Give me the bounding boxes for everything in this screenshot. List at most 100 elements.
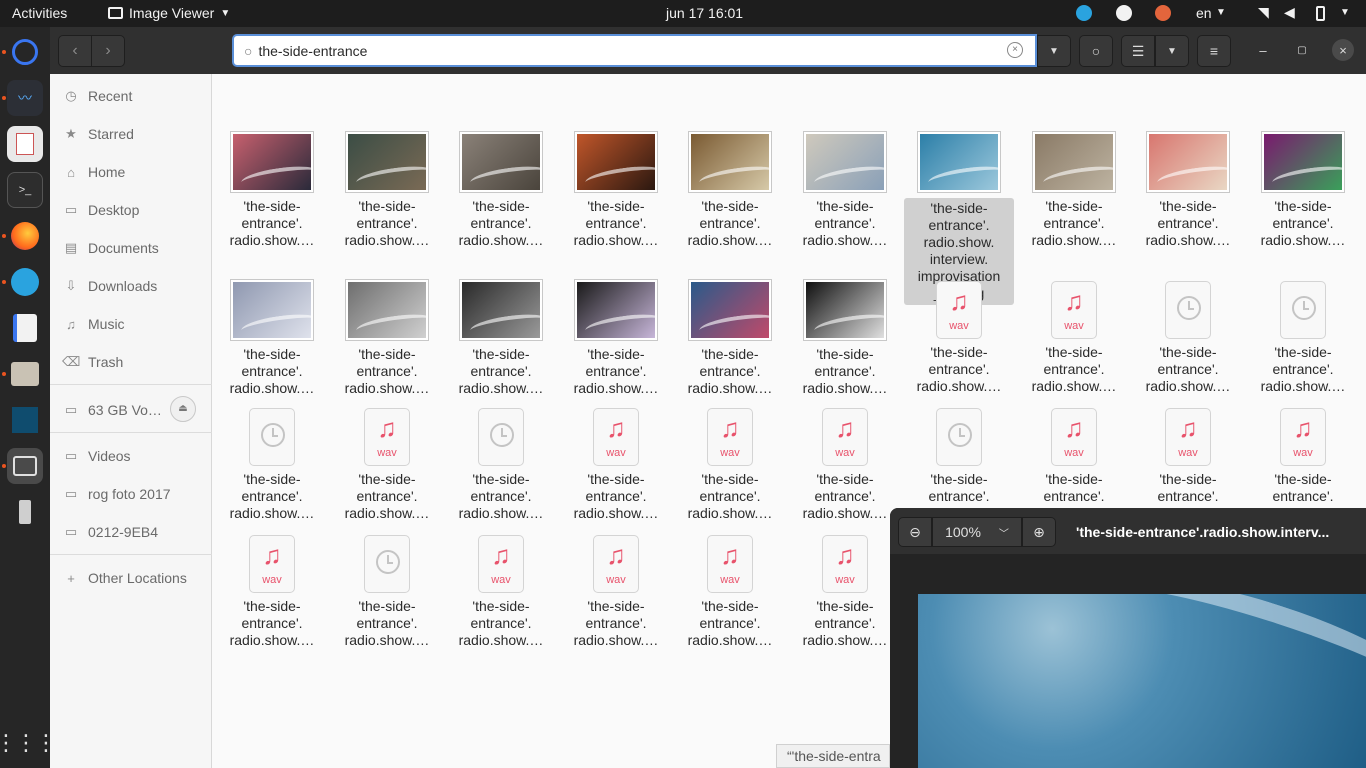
search-bar[interactable]: ○ ×: [232, 34, 1037, 67]
file-name-line: 'the-side-: [358, 598, 416, 614]
file-item[interactable]: ♫wav'the-side-entrance'.radio.show.…: [790, 533, 900, 649]
activities-button[interactable]: Activities: [12, 5, 67, 21]
file-item[interactable]: 'the-side-entrance'.radio.show.…: [446, 279, 556, 397]
file-item[interactable]: ♫wav'the-side-entrance'.radio.show.…: [446, 533, 556, 649]
file-item[interactable]: ♫wav'the-side-entrance'.radio.show.…: [561, 406, 671, 522]
dock-terminal-icon[interactable]: >_: [7, 172, 43, 208]
file-item[interactable]: ♫wav'the-side-entrance'.radio.show.…: [675, 533, 785, 649]
menu-button[interactable]: ≡: [1197, 35, 1231, 67]
file-name: 'the-side-entrance'.radio.show.…: [1019, 344, 1129, 395]
file-item[interactable]: ♫wav'the-side-entrance'.radio.show.…: [1248, 406, 1358, 522]
sidebar-item-videos[interactable]: ▭ Videos: [62, 442, 210, 470]
volume-icon[interactable]: ◀: [1284, 4, 1295, 21]
file-item[interactable]: 'the-side-entrance'.radio.show.…: [1133, 131, 1243, 249]
file-item[interactable]: 'the-side-entrance'.radio.show.…: [217, 406, 327, 522]
image-thumbnail: [230, 131, 314, 193]
file-item[interactable]: 'the-side-entrance'.radio.show.…: [790, 279, 900, 397]
file-item[interactable]: 'the-side-entrance'.radio.show.…: [332, 279, 442, 397]
app-menu[interactable]: Image Viewer ▼: [108, 5, 230, 21]
file-item[interactable]: 'the-side-entrance'.radio.show.…: [561, 279, 671, 397]
file-item[interactable]: ♫wav'the-side-entrance'.radio.show.…: [790, 406, 900, 522]
sidebar-item-label: Recent: [88, 88, 133, 104]
file-item[interactable]: 'the-side-entrance'.radio.show.…: [217, 279, 327, 397]
file-item[interactable]: 'the-side-entrance'.radio.show.…: [1248, 279, 1358, 395]
file-item[interactable]: ♫wav'the-side-entrance'.radio.show.…: [1133, 406, 1243, 522]
file-item[interactable]: ♫wav'the-side-entrance'.radio.show.…: [1019, 279, 1129, 395]
file-item[interactable]: 'the-side-entrance'.radio.show.…: [561, 131, 671, 249]
sidebar-item-other-locations[interactable]: + Other Locations: [62, 564, 210, 592]
dock-files-icon[interactable]: [7, 356, 43, 392]
view-list-button[interactable]: ☰: [1121, 35, 1155, 67]
eject-button[interactable]: ⏏: [170, 396, 196, 422]
sidebar-item-rog-foto[interactable]: ▭ rog foto 2017: [62, 480, 210, 508]
dock-image-viewer-icon[interactable]: [7, 448, 43, 484]
system-menu-caret-icon[interactable]: ▼: [1340, 7, 1350, 18]
dock-signal-icon[interactable]: [7, 34, 43, 70]
view-options-button[interactable]: ▼: [1155, 35, 1189, 67]
file-item[interactable]: 'the-side-entrance'.radio.show.…: [446, 406, 556, 522]
close-button[interactable]: ×: [1332, 39, 1354, 61]
file-item[interactable]: 'the-side-entrance'.radio.show.…: [904, 406, 1014, 522]
dock-notes-icon[interactable]: [7, 310, 43, 346]
file-item[interactable]: 'the-side-entrance'.radio.show.…: [790, 131, 900, 249]
file-item[interactable]: ♫wav'the-side-entrance'.radio.show.…: [675, 406, 785, 522]
dock-usb-drive-icon[interactable]: [7, 494, 43, 530]
sidebar-item-trash[interactable]: ⌫ Trash: [62, 348, 210, 376]
file-name-line: entrance'.: [470, 215, 532, 231]
file-item[interactable]: 'the-side-entrance'.radio.show.…: [446, 131, 556, 249]
file-item[interactable]: 'the-side-entrance'.radio.show.…: [1133, 279, 1243, 395]
file-item[interactable]: ♫wav'the-side-entrance'.radio.show.…: [217, 533, 327, 649]
zoom-out-button[interactable]: ⊖: [898, 517, 932, 547]
clock[interactable]: jun 17 16:01: [666, 5, 743, 21]
search-input[interactable]: [258, 42, 979, 59]
dock-text-editor-icon[interactable]: [7, 126, 43, 162]
file-item[interactable]: 'the-side-entrance'.radio.show.…: [332, 131, 442, 249]
zoom-in-button[interactable]: ⊕: [1022, 517, 1056, 547]
sidebar-item-0212[interactable]: ▭ 0212-9EB4: [62, 518, 210, 546]
file-item[interactable]: 'the-side-entrance'.radio.show.…: [1248, 131, 1358, 249]
sidebar-item-documents[interactable]: ▤ Documents: [62, 234, 210, 262]
file-item[interactable]: ♫wav'the-side-entrance'.radio.show.…: [561, 533, 671, 649]
sidebar-item-music[interactable]: ♫ Music: [62, 310, 210, 338]
file-item[interactable]: 'the-side-entrance'.radio.show.…: [332, 533, 442, 649]
sidebar-item-starred[interactable]: ★ Starred: [62, 120, 210, 148]
file-item[interactable]: ♫wav'the-side-entrance'.radio.show.…: [332, 406, 442, 522]
file-item[interactable]: ♫wav'the-side-entrance'.radio.show.…: [904, 279, 1014, 395]
file-item[interactable]: 'the-side-entrance'.radio.show.…: [675, 131, 785, 249]
search-button[interactable]: ○: [1079, 35, 1113, 67]
palette-tray-icon[interactable]: [1155, 5, 1171, 21]
minimize-button[interactable]: –: [1252, 39, 1274, 61]
search-options-button[interactable]: ▼: [1037, 35, 1071, 67]
show-applications-icon[interactable]: ⋮⋮⋮: [0, 725, 57, 761]
sidebar-item-downloads[interactable]: ⇩ Downloads: [62, 272, 210, 300]
language-indicator[interactable]: en: [1196, 5, 1212, 21]
file-name: 'the-side-entrance'.radio.show.…: [446, 346, 556, 397]
sidebar-item-recent[interactable]: ◷ Recent: [62, 82, 210, 110]
dock-workspace-icon[interactable]: [7, 402, 43, 438]
wifi-icon[interactable]: ◥: [1258, 4, 1269, 21]
trash-icon: ⌫: [62, 354, 81, 369]
sidebar-item-home[interactable]: ⌂ Home: [62, 158, 210, 186]
file-item[interactable]: ♫wav'the-side-entrance'.radio.show.…: [1019, 406, 1129, 522]
dock-firefox-icon[interactable]: [7, 218, 43, 254]
dock-system-monitor-icon[interactable]: 〰: [7, 80, 43, 116]
back-button[interactable]: ‹: [58, 35, 92, 67]
dock-telegram-icon[interactable]: [7, 264, 43, 300]
skype-tray-icon[interactable]: [1116, 5, 1132, 21]
zoom-level-button[interactable]: 100% ﹀: [932, 517, 1022, 547]
file-item[interactable]: 'the-side-entrance'.radio.show.…: [675, 279, 785, 397]
battery-icon[interactable]: [1316, 6, 1325, 21]
telegram-tray-icon[interactable]: [1076, 5, 1092, 21]
sidebar-item-desktop[interactable]: ▭ Desktop: [62, 196, 210, 224]
language-caret-icon[interactable]: ▼: [1216, 7, 1226, 18]
file-name-line: 'the-side-: [1045, 344, 1103, 360]
clear-search-icon[interactable]: ×: [1007, 42, 1023, 58]
file-extension: wav: [1293, 447, 1313, 459]
file-extension: wav: [835, 574, 855, 586]
file-item[interactable]: 'the-side-entrance'.radio.show.…: [1019, 131, 1129, 249]
file-extension: wav: [491, 574, 511, 586]
file-item[interactable]: 'the-side-entrance'.radio.show.…: [217, 131, 327, 249]
maximize-button[interactable]: ▢: [1291, 39, 1313, 61]
forward-button[interactable]: ›: [91, 35, 125, 67]
file-name: 'the-side-entrance'.radio.show.…: [446, 598, 556, 649]
